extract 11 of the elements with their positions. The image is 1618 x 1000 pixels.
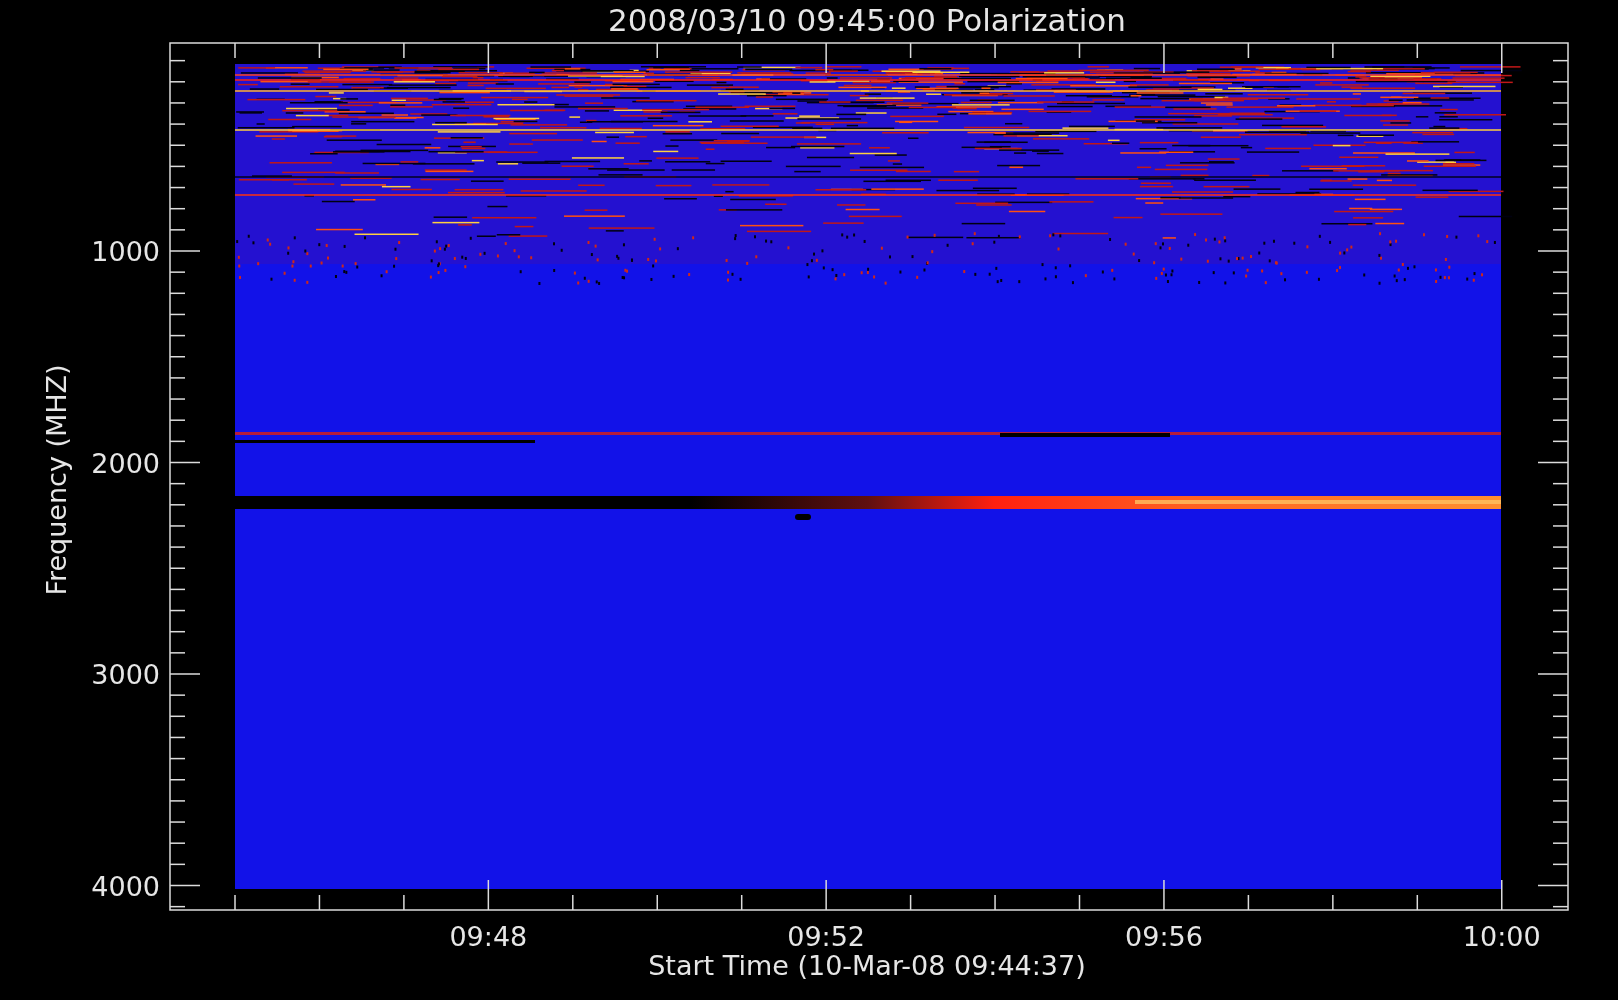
y-tick-label: 4000 [91,870,160,902]
x-tick-label: 09:52 [787,921,866,952]
plot-title: 2008/03/10 09:45:00 Polarization [608,2,1126,38]
x-tick-label: 09:56 [1125,921,1203,952]
y-tick-label: 1000 [91,236,160,267]
x-tick-label: 10:00 [1462,921,1541,952]
y-tick-label: 2000 [91,447,160,479]
y-axis-label: Frequency (MHZ) [41,364,72,596]
x-axis-label: Start Time (10-Mar-08 09:44:37) [648,950,1086,981]
x-tick-label: 09:48 [449,921,528,952]
y-tick-label: 3000 [91,659,160,690]
